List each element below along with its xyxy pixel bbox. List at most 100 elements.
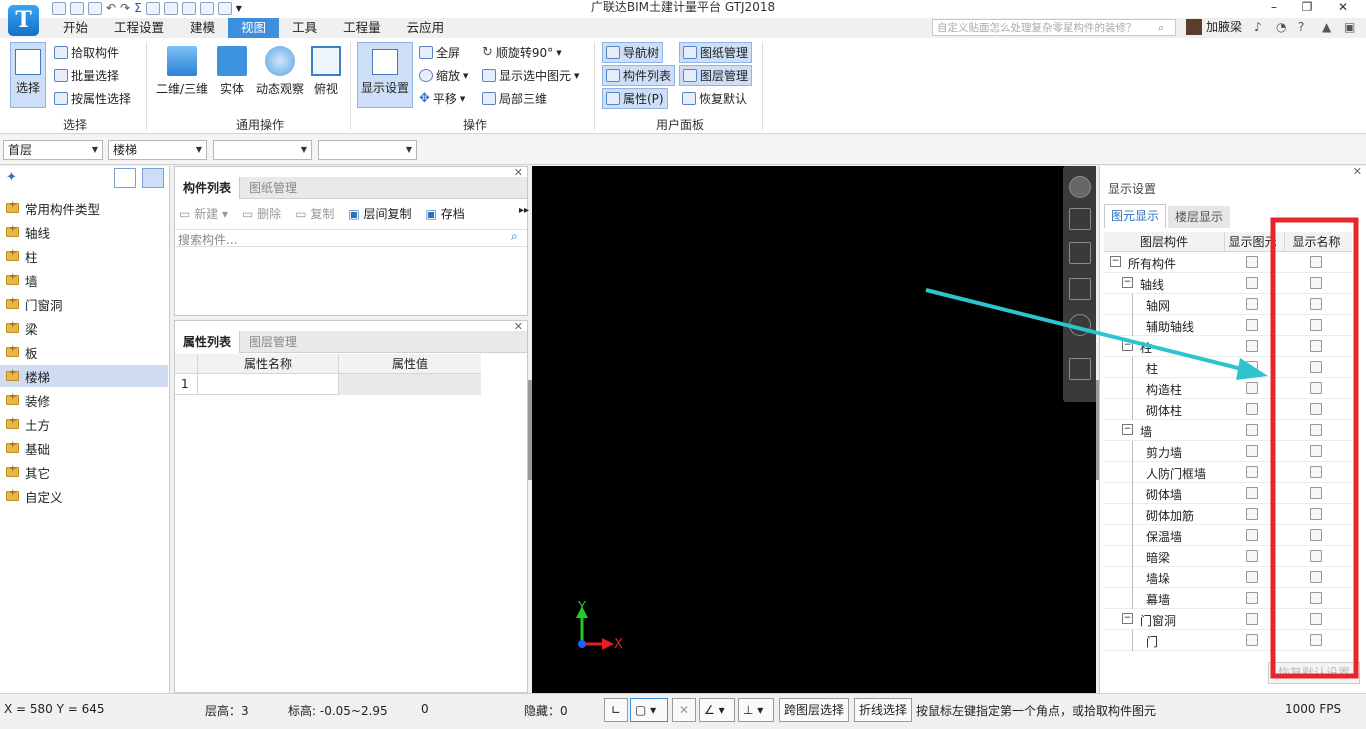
show-element-checkbox[interactable]	[1246, 487, 1258, 499]
detail-view-icon[interactable]	[142, 168, 164, 188]
layer-manage-button[interactable]: 图层管理	[679, 65, 753, 86]
table-row[interactable]: 保温墙	[1104, 525, 1352, 546]
shirt-icon[interactable]: ▲	[1322, 19, 1331, 36]
zoom-button[interactable]: 缩放 ▼	[419, 67, 468, 84]
tree-item[interactable]: 墙	[6, 269, 168, 291]
table-row[interactable]: 砌体墙	[1104, 483, 1352, 504]
tree-item[interactable]: 板	[6, 341, 168, 363]
show-name-checkbox[interactable]	[1310, 529, 1322, 541]
close-icon[interactable]: ✕	[1333, 0, 1353, 16]
show-name-checkbox[interactable]	[1310, 361, 1322, 373]
tree-item[interactable]: 自定义	[6, 485, 168, 507]
layout-icon[interactable]: ▣	[1344, 19, 1355, 36]
tree-item[interactable]: 土方	[6, 413, 168, 435]
show-name-checkbox[interactable]	[1310, 319, 1322, 331]
table-row[interactable]: 轴网	[1104, 294, 1352, 315]
component-type-select[interactable]: 楼梯 ▼	[108, 140, 207, 160]
cross-layer-select-button[interactable]: 跨图层选择	[779, 698, 850, 722]
show-name-checkbox[interactable]	[1310, 613, 1322, 625]
select-by-attr-button[interactable]: 按属性选择	[54, 90, 131, 107]
user-name[interactable]: 加腋梁	[1206, 19, 1242, 36]
table-row[interactable]: 墙垛	[1104, 567, 1352, 588]
show-element-checkbox[interactable]	[1246, 256, 1258, 268]
show-name-checkbox[interactable]	[1310, 445, 1322, 457]
show-name-checkbox[interactable]	[1310, 424, 1322, 436]
property-value-cell[interactable]	[338, 374, 481, 395]
show-element-checkbox[interactable]	[1246, 508, 1258, 520]
component-search-input[interactable]: 搜索构件...	[175, 229, 527, 247]
show-element-checkbox[interactable]	[1246, 340, 1258, 352]
menu-2[interactable]: 建模	[177, 18, 228, 38]
show-name-checkbox[interactable]	[1310, 340, 1322, 352]
show-element-checkbox[interactable]	[1246, 382, 1258, 394]
tab-floor-display[interactable]: 楼层显示	[1168, 206, 1230, 228]
show-element-checkbox[interactable]	[1246, 361, 1258, 373]
table-row[interactable]: − 墙	[1104, 420, 1352, 441]
list-view-icon[interactable]	[114, 168, 136, 188]
tab-drawing-manage[interactable]: 图纸管理	[241, 177, 305, 199]
show-element-checkbox[interactable]	[1246, 613, 1258, 625]
table-row[interactable]: − 门窗洞	[1104, 609, 1352, 630]
show-element-checkbox[interactable]	[1246, 424, 1258, 436]
search-icon[interactable]: ⌕	[1158, 19, 1164, 36]
menu-6[interactable]: 云应用	[394, 18, 458, 38]
delete-button[interactable]: ▭ 删除	[242, 205, 281, 222]
show-element-checkbox[interactable]	[1246, 445, 1258, 457]
show-element-checkbox[interactable]	[1246, 634, 1258, 646]
collapse-icon[interactable]: −	[1110, 256, 1121, 267]
show-element-checkbox[interactable]	[1246, 571, 1258, 583]
search-input[interactable]: 自定义贴面怎么处理复杂零星构件的装修？	[932, 19, 1176, 36]
batch-select-button[interactable]: 批量选择	[54, 67, 119, 84]
nav-tree-button[interactable]: 导航树	[602, 42, 664, 63]
restore-default-button[interactable]: 恢复默认	[682, 90, 747, 107]
refresh-icon[interactable]	[1069, 314, 1091, 336]
show-element-checkbox[interactable]	[1246, 466, 1258, 478]
menu-4[interactable]: 工具	[279, 18, 330, 38]
archive-button[interactable]: ▣ 存档	[426, 205, 465, 222]
new-button[interactable]: ▭ 新建 ▾	[179, 205, 228, 222]
show-name-checkbox[interactable]	[1310, 382, 1322, 394]
close-icon[interactable]: ✕	[1353, 166, 1362, 178]
show-name-checkbox[interactable]	[1310, 508, 1322, 520]
table-row[interactable]: − 所有构件	[1104, 252, 1352, 273]
tab-element-display[interactable]: 图元显示	[1104, 204, 1166, 228]
app-logo[interactable]: T	[8, 5, 39, 36]
show-name-checkbox[interactable]	[1310, 466, 1322, 478]
component-list-button[interactable]: 构件列表	[602, 65, 676, 86]
tree-item[interactable]: 轴线	[6, 221, 168, 243]
show-element-checkbox[interactable]	[1246, 298, 1258, 310]
show-element-checkbox[interactable]	[1246, 403, 1258, 415]
collapse-icon[interactable]: −	[1122, 340, 1133, 351]
fullscreen-button[interactable]: 全屏	[419, 44, 460, 61]
component-select[interactable]: ▼	[213, 140, 312, 160]
angle-select[interactable]: ∠ ▾	[699, 698, 735, 722]
display-settings-button[interactable]: 显示设置	[357, 42, 413, 108]
box-icon[interactable]	[1069, 278, 1091, 300]
tab-component-list[interactable]: 构件列表	[175, 177, 241, 199]
tree-item[interactable]: 梁	[6, 317, 168, 339]
menu-3[interactable]: 视图	[228, 18, 280, 38]
3d-view-icon[interactable]	[1069, 208, 1091, 230]
show-element-checkbox[interactable]	[1246, 529, 1258, 541]
2d-3d-button[interactable]: 二维/三维	[154, 46, 210, 97]
top-view-button[interactable]: 俯视	[310, 46, 342, 97]
offset-select[interactable]: ⊥ ▾	[738, 698, 774, 722]
snap-mode-select[interactable]: ▢ ▾	[630, 698, 668, 722]
show-element-checkbox[interactable]	[1246, 592, 1258, 604]
select-button[interactable]: 选择	[10, 42, 46, 108]
tree-item[interactable]: 基础	[6, 437, 168, 459]
show-element-checkbox[interactable]	[1246, 550, 1258, 562]
menu-1[interactable]: 工程设置	[101, 18, 177, 38]
copy-between-floors-button[interactable]: ▣ 层间复制	[348, 205, 411, 222]
avatar[interactable]	[1186, 19, 1202, 35]
show-name-checkbox[interactable]	[1310, 592, 1322, 604]
tab-property-list[interactable]: 属性列表	[175, 331, 241, 353]
drawing-viewport[interactable]: Y X	[532, 166, 1096, 693]
show-name-checkbox[interactable]	[1310, 277, 1322, 289]
table-row[interactable]: 暗梁	[1104, 546, 1352, 567]
collapse-icon[interactable]: −	[1122, 424, 1133, 435]
minimize-icon[interactable]: –	[1264, 0, 1284, 16]
show-name-checkbox[interactable]	[1310, 550, 1322, 562]
show-name-checkbox[interactable]	[1310, 403, 1322, 415]
show-name-checkbox[interactable]	[1310, 487, 1322, 499]
